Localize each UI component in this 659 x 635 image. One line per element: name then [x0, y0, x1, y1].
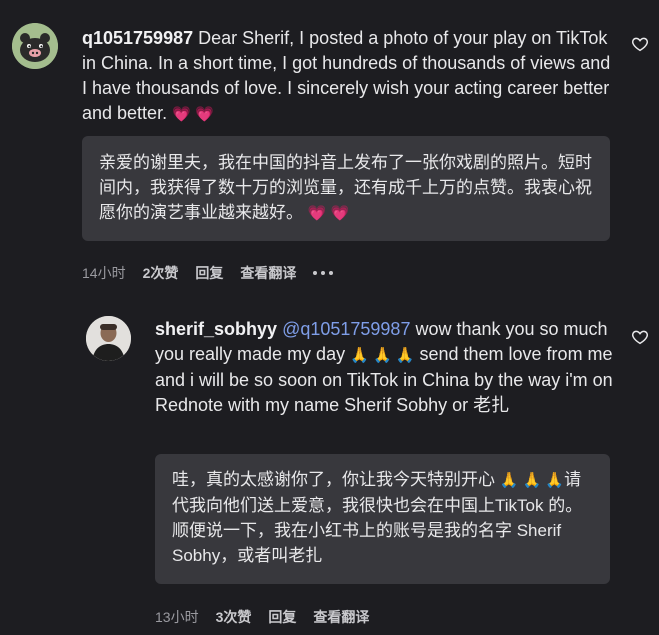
- more-options-icon[interactable]: [313, 271, 334, 275]
- cartoon-pig-icon: [12, 23, 58, 69]
- like-count[interactable]: 2次赞: [143, 263, 179, 283]
- translation-box: 亲爱的谢里夫，我在中国的抖音上发布了一张你戏剧的照片。短时间内，我获得了数十万的…: [82, 136, 610, 241]
- user-photo-icon: [86, 316, 131, 361]
- comment-meta: 14小时 2次赞 回复 查看翻译: [82, 263, 350, 283]
- timestamp: 14小时: [82, 265, 126, 281]
- like-count[interactable]: 3次赞: [216, 607, 252, 627]
- comment-body: q1051759987 Dear Sherif, I posted a phot…: [82, 26, 612, 127]
- heart-emoji: 💗 💗: [172, 106, 214, 123]
- heart-icon[interactable]: [631, 328, 649, 346]
- avatar[interactable]: [86, 316, 131, 361]
- mention-link[interactable]: @q1051759987: [282, 319, 410, 339]
- heart-icon[interactable]: [631, 35, 649, 53]
- view-translation-button[interactable]: 查看翻译: [313, 607, 369, 627]
- pray-emoji: 🙏 🙏 🙏: [499, 472, 565, 489]
- reply-button[interactable]: 回复: [268, 607, 296, 627]
- comment-meta: 13小时 3次赞 回复 查看翻译: [155, 607, 386, 627]
- comment-username[interactable]: q1051759987: [82, 28, 193, 48]
- view-translation-button[interactable]: 查看翻译: [240, 263, 296, 283]
- reply-button[interactable]: 回复: [195, 263, 223, 283]
- translation-box: 哇，真的太感谢你了，你让我今天特别开心 🙏 🙏 🙏请代我向他们送上爱意，我很快也…: [155, 454, 610, 584]
- avatar[interactable]: [12, 23, 58, 69]
- comment-username[interactable]: sherif_sobhyy: [155, 319, 277, 339]
- timestamp: 13小时: [155, 609, 199, 625]
- pray-emoji: 🙏 🙏 🙏: [350, 347, 415, 364]
- reply-body: sherif_sobhyy @q1051759987 wow thank you…: [155, 317, 625, 418]
- translation-text: 哇，真的太感谢你了，你让我今天特别开心: [172, 470, 495, 489]
- heart-emoji: 💗 💗: [307, 205, 350, 222]
